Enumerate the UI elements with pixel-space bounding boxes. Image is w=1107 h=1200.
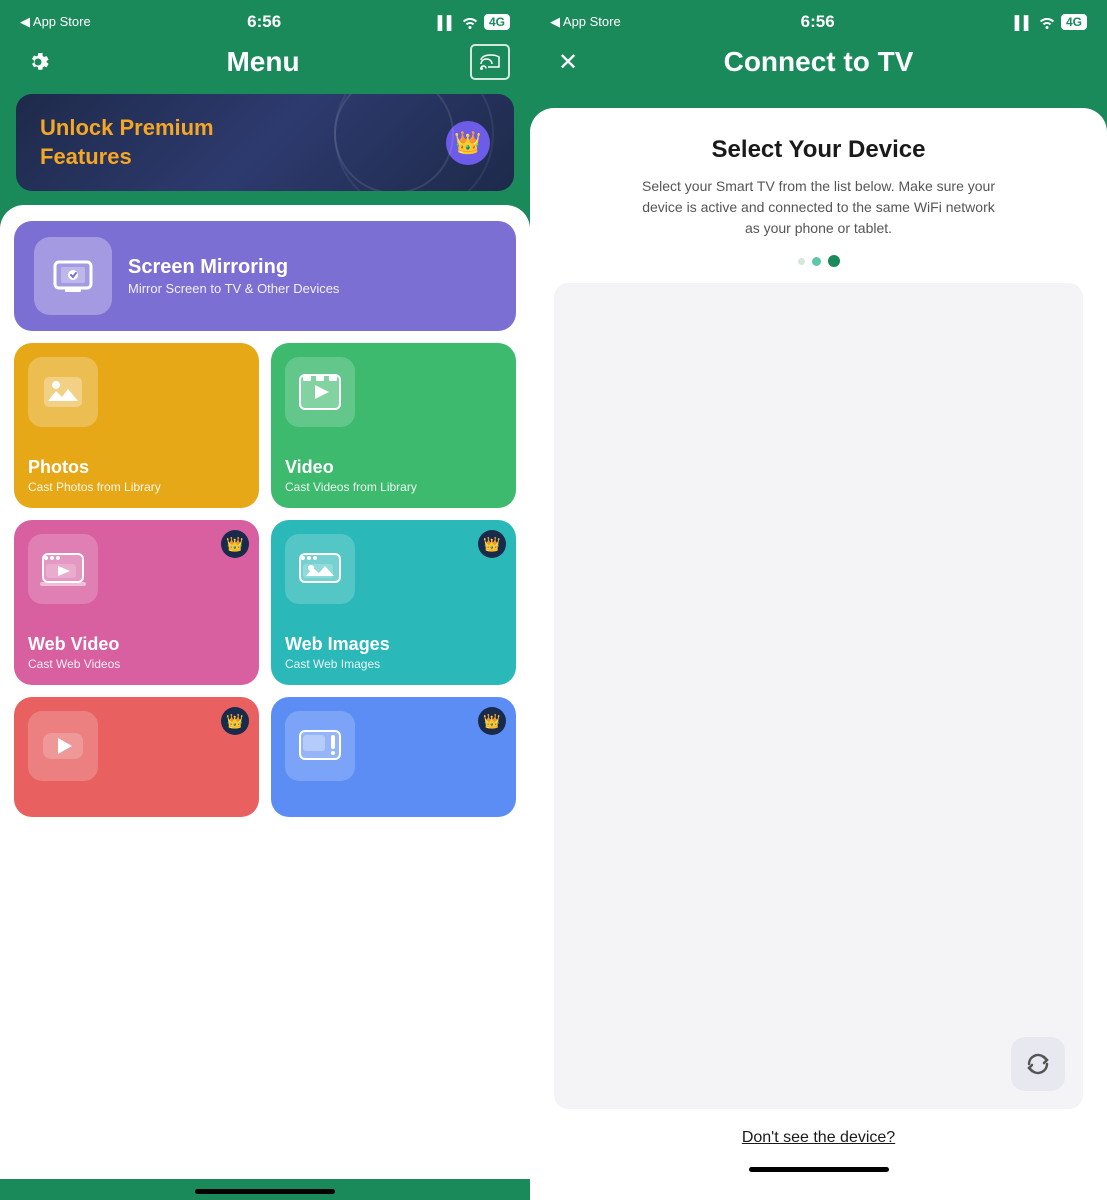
wifi-icon: [461, 15, 479, 29]
left-status-bar: ◀ App Store 6:56 ▌▌ 4G: [0, 0, 530, 36]
youtube-item[interactable]: 👑: [14, 697, 259, 817]
screen-mirroring-sublabel: Mirror Screen to TV & Other Devices: [128, 281, 339, 296]
right-back-button[interactable]: ◀ App Store: [550, 14, 621, 30]
youtube-icon: [28, 711, 98, 781]
tv-item[interactable]: 👑: [271, 697, 516, 817]
web-images-item[interactable]: 👑 Web Images Cast Web Images: [271, 520, 516, 685]
web-video-sublabel: Cast Web Videos: [28, 657, 120, 671]
left-panel: ◀ App Store 6:56 ▌▌ 4G Menu: [0, 0, 530, 1200]
dot-3: [828, 255, 840, 267]
settings-button[interactable]: [20, 44, 56, 80]
right-signal-icon: ▌▌: [1015, 15, 1033, 30]
premium-text: Unlock Premium Features: [40, 114, 214, 171]
tv-icon: [285, 711, 355, 781]
video-icon: [285, 357, 355, 427]
web-video-label: Web Video: [28, 634, 119, 655]
web-video-premium-badge: 👑: [221, 530, 249, 558]
right-header: ✕ Connect to TV: [530, 36, 1107, 94]
connect-card: Select Your Device Select your Smart TV …: [530, 108, 1107, 1200]
video-sublabel: Cast Videos from Library: [285, 480, 417, 494]
youtube-premium-badge: 👑: [221, 707, 249, 735]
screen-mirroring-label: Screen Mirroring: [128, 256, 339, 279]
screen-mirroring-icon: [34, 237, 112, 315]
right-panel: ◀ App Store 6:56 ▌▌ 4G ✕ Connect to TV S…: [530, 0, 1107, 1200]
right-wifi-icon: [1038, 15, 1056, 29]
left-page-title: Menu: [56, 46, 470, 78]
screen-mirroring-item[interactable]: Screen Mirroring Mirror Screen to TV & O…: [14, 221, 516, 331]
left-time: 6:56: [247, 12, 281, 32]
refresh-button[interactable]: [1011, 1037, 1065, 1091]
photos-label: Photos: [28, 457, 89, 478]
dot-2: [812, 257, 821, 266]
video-label: Video: [285, 457, 334, 478]
video-item[interactable]: Video Cast Videos from Library: [271, 343, 516, 508]
dont-see-device-link[interactable]: Don't see the device?: [554, 1129, 1083, 1147]
web-images-icon: [285, 534, 355, 604]
tv-premium-badge: 👑: [478, 707, 506, 735]
right-time: 6:56: [801, 12, 835, 32]
right-home-indicator: [749, 1167, 889, 1172]
close-button[interactable]: ✕: [550, 44, 586, 80]
left-back-button[interactable]: ◀ App Store: [20, 14, 91, 30]
photos-icon: [28, 357, 98, 427]
web-images-premium-badge: 👑: [478, 530, 506, 558]
web-images-label: Web Images: [285, 634, 390, 655]
left-status-icons: ▌▌ 4G: [438, 14, 510, 30]
web-video-icon: [28, 534, 98, 604]
cast-button[interactable]: [470, 44, 510, 80]
right-page-title: Connect to TV: [598, 46, 1039, 78]
menu-container: Screen Mirroring Mirror Screen to TV & O…: [0, 205, 530, 1179]
web-video-item[interactable]: 👑 Web Video Cast Web Videos: [14, 520, 259, 685]
dot-1: [798, 258, 805, 265]
screen-mirroring-text: Screen Mirroring Mirror Screen to TV & O…: [128, 256, 339, 296]
premium-banner[interactable]: Unlock Premium Features 👑: [16, 94, 514, 191]
device-list-area: [554, 283, 1083, 1109]
dots-indicator: [554, 255, 1083, 267]
connect-description: Select your Smart TV from the list below…: [639, 176, 999, 239]
select-device-title: Select Your Device: [554, 136, 1083, 164]
signal-icon: ▌▌: [438, 15, 456, 30]
left-header: Menu: [0, 36, 530, 94]
photos-sublabel: Cast Photos from Library: [28, 480, 161, 494]
menu-grid: Photos Cast Photos from Library Video: [14, 343, 516, 817]
unlock-label: Unlock: [40, 115, 119, 140]
features-label: Features: [40, 144, 132, 169]
photos-item[interactable]: Photos Cast Photos from Library: [14, 343, 259, 508]
premium-label: Premium: [119, 115, 213, 140]
battery-icon: 4G: [484, 14, 510, 30]
left-home-indicator: [195, 1189, 335, 1194]
right-status-bar: ◀ App Store 6:56 ▌▌ 4G: [530, 0, 1107, 36]
web-images-sublabel: Cast Web Images: [285, 657, 380, 671]
right-battery-icon: 4G: [1061, 14, 1087, 30]
right-status-icons: ▌▌ 4G: [1015, 14, 1087, 30]
